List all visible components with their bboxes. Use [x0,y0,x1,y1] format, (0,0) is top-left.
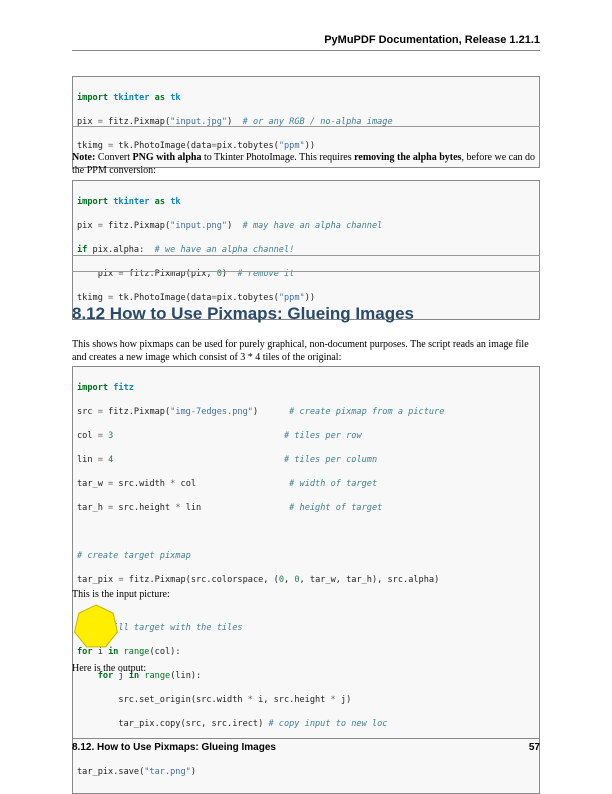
code-token: src [77,407,98,417]
code-block-glue-images: import fitz src = fitz.Pixmap("img-7edge… [72,366,540,794]
code-comment: # height of target [289,503,383,513]
code-token: fitz [113,383,134,393]
code-token: "input.png" [170,221,228,231]
code-token: import [77,197,109,207]
code-token: lin [180,503,290,513]
code-token: , tar_w, tar_h), src.alpha) [299,575,440,585]
note-label: Note: [72,152,96,163]
code-token: , [284,575,295,585]
code-comment: # tiles per row [284,431,362,441]
code-token: pix.tobytes( [216,141,279,151]
code-token: tkimg [77,293,109,303]
output-caption: Here is the output: [72,663,147,674]
code-token: col [175,479,290,489]
header-rule [72,50,540,51]
code-token: src.set_origin(src.width [77,695,248,705]
code-comment: # may have an alpha channel [242,221,383,231]
code-token: src.width [113,479,171,489]
code-token: i, src.height [252,695,331,705]
code-token: )) [304,141,316,151]
code-token: tar_pix [77,575,119,585]
code-comment: # create pixmap from a picture [289,407,445,417]
code-token: lin [77,455,98,465]
code-token: col [77,431,98,441]
code-token: "tar.png" [144,767,191,777]
code-token: fitz.Pixmap( [102,407,171,417]
code-token: tar_h [77,503,109,513]
code-token: tk [170,197,181,207]
code-token: "ppm" [278,141,305,151]
code-token: import [77,93,109,103]
code-token: tk.PhotoImage(data [113,293,212,303]
footer-rule [72,738,540,739]
code-token: as [154,93,165,103]
code-token: fitz.Pixmap(src.colorspace, ( [123,575,279,585]
code-token: tkimg [77,141,109,151]
code-token: tar_w [77,479,109,489]
note-bold: PNG with alpha [132,152,202,163]
code-token: ) [227,221,243,231]
code-token: j) [335,695,352,705]
code-token: pix.tobytes( [216,293,279,303]
code-comment: # width of target [289,479,378,489]
code-token: import [77,383,109,393]
code-token: pix [77,221,98,231]
code-token: )) [304,293,316,303]
note-bold: removing the alpha bytes [354,152,462,163]
code-token: pix.alpha: [87,245,155,255]
code-token: src.height [113,503,176,513]
code-block-tkinter-alpha: import tkinter as tk pix = fitz.Pixmap("… [72,180,540,320]
divider-rule [72,126,540,127]
code-token: ) [252,407,290,417]
code-token: if [77,245,88,255]
code-token: range [123,647,150,657]
heptagon-shape [74,604,118,648]
code-comment: # we have an alpha channel! [154,245,295,255]
divider-rule [72,271,540,272]
running-header-title: PyMuPDF Documentation, Release 1.21.1 [324,34,540,46]
code-token: fitz.Pixmap( [102,221,171,231]
code-token: tk [170,93,181,103]
code-token: "img-7edges.png" [170,407,253,417]
code-comment: # copy input to new loc [268,719,388,729]
footer-section-title: 8.12. How to Use Pixmaps: Glueing Images [72,742,276,753]
divider-rule [72,255,540,256]
code-token: "ppm" [278,293,305,303]
input-picture-caption: This is the input picture: [72,589,170,600]
code-token: tkinter [113,93,150,103]
code-token: ) [190,767,197,777]
section-heading: 8.12 How to Use Pixmaps: Glueing Images [72,304,414,323]
note-paragraph: Note: Convert PNG with alpha to Tkinter … [72,151,540,177]
code-comment: # create target pixmap [77,551,191,561]
code-token: tkinter [113,197,150,207]
note-text: Convert [95,152,133,163]
code-token: (col): [149,647,181,657]
code-token: tar_pix.copy(src, src.irect) [77,719,269,729]
code-comment: # tiles per column [284,455,378,465]
note-text: to Tkinter PhotoImage. This requires [201,152,355,163]
code-token: tar_pix.save( [77,767,145,777]
section-intro-paragraph: This shows how pixmaps can be used for p… [72,339,529,363]
footer-page-number: 57 [528,742,540,753]
code-token: tk.PhotoImage(data [113,141,212,151]
heptagon-input-picture [74,604,118,648]
code-token: as [154,197,165,207]
